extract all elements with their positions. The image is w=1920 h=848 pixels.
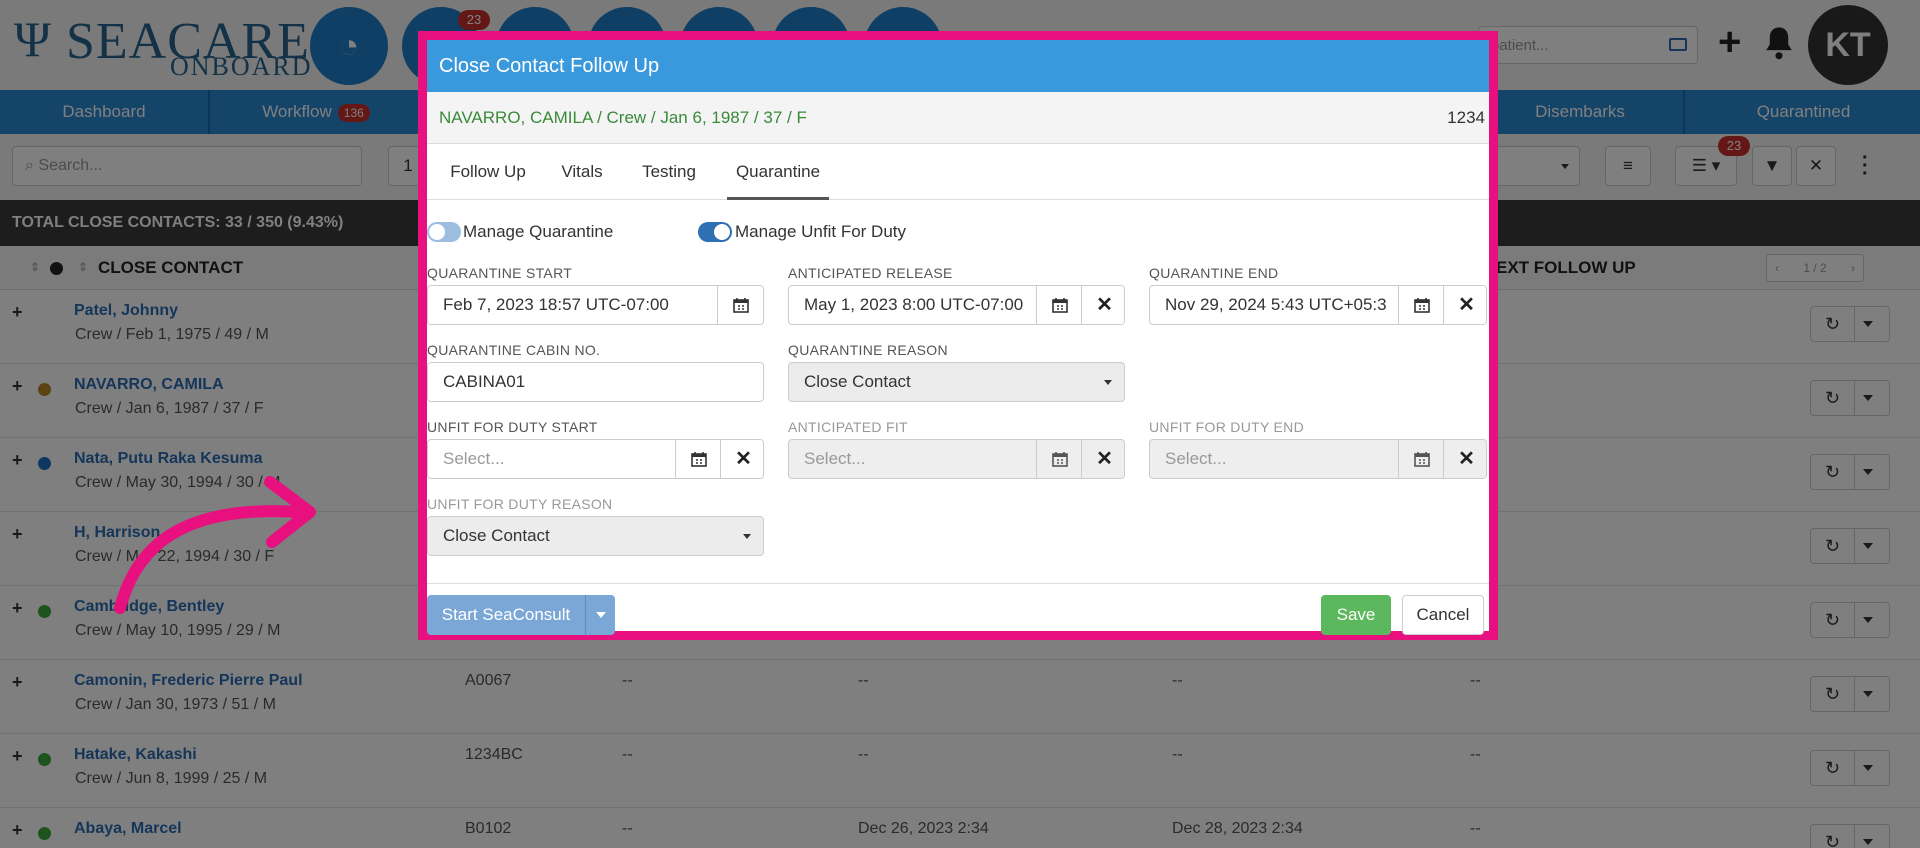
unfit-end-placeholder: Select... <box>1165 449 1227 468</box>
modal-footer-divider <box>427 583 1489 584</box>
cabin-input[interactable]: CABINA01 <box>427 362 764 402</box>
unfit-start-field[interactable]: Select... ✕ <box>427 439 764 479</box>
chevron-down-icon <box>743 534 751 539</box>
anticipated-release-label: ANTICIPATED RELEASE <box>788 265 953 281</box>
patient-id: 1234 <box>1447 108 1485 127</box>
quarantine-end-label: QUARANTINE END <box>1149 265 1279 281</box>
seaconsult-dropdown-toggle[interactable] <box>585 595 615 635</box>
quarantine-reason-select[interactable]: Close Contact <box>788 362 1125 402</box>
close-contact-modal: Close Contact Follow Up NAVARRO, CAMILA … <box>418 31 1498 640</box>
annotation-arrow-icon <box>114 476 316 614</box>
quarantine-end-value: Nov 29, 2024 5:43 UTC+05:3 <box>1165 295 1387 314</box>
quarantine-start-field[interactable]: Feb 7, 2023 18:57 UTC-07:00 <box>427 285 764 325</box>
chevron-down-icon <box>596 612 606 618</box>
clear-icon[interactable]: ✕ <box>1081 286 1124 324</box>
calendar-icon[interactable] <box>1036 440 1082 478</box>
calendar-icon[interactable] <box>1398 286 1444 324</box>
anticipated-fit-label: ANTICIPATED FIT <box>788 419 908 435</box>
chevron-down-icon <box>1104 380 1112 385</box>
modal-tabs: Follow Up Vitals Testing Quarantine <box>427 144 1489 200</box>
clear-icon[interactable]: ✕ <box>1443 440 1486 478</box>
anticipated-fit-field[interactable]: Select... ✕ <box>788 439 1125 479</box>
patient-banner: NAVARRO, CAMILA / Crew / Jan 6, 1987 / 3… <box>427 92 1489 144</box>
tab-follow-up[interactable]: Follow Up <box>437 144 539 200</box>
cabin-value: CABINA01 <box>443 372 526 391</box>
toggle-knob <box>714 224 730 240</box>
cancel-button[interactable]: Cancel <box>1402 595 1484 635</box>
manage-unfit-label: Manage Unfit For Duty <box>735 222 907 241</box>
tab-quarantine[interactable]: Quarantine <box>727 144 829 200</box>
calendar-icon[interactable] <box>675 440 721 478</box>
manage-quarantine-toggle[interactable] <box>427 222 461 242</box>
unfit-start-placeholder: Select... <box>443 449 505 468</box>
cabin-label: QUARANTINE CABIN NO. <box>427 342 601 358</box>
anticipated-fit-placeholder: Select... <box>804 449 866 468</box>
quarantine-start-label: QUARANTINE START <box>427 265 573 281</box>
unfit-start-label: UNFIT FOR DUTY START <box>427 419 598 435</box>
quarantine-start-value: Feb 7, 2023 18:57 UTC-07:00 <box>443 295 669 314</box>
calendar-icon[interactable] <box>1398 440 1444 478</box>
modal-title: Close Contact Follow Up <box>427 40 1489 92</box>
anticipated-release-field[interactable]: May 1, 2023 8:00 UTC-07:00 ✕ <box>788 285 1125 325</box>
tab-testing[interactable]: Testing <box>627 144 711 200</box>
anticipated-release-value: May 1, 2023 8:00 UTC-07:00 <box>804 295 1024 314</box>
quarantine-reason-value: Close Contact <box>804 372 911 391</box>
quarantine-end-field[interactable]: Nov 29, 2024 5:43 UTC+05:3 ✕ <box>1149 285 1487 325</box>
toggle-knob <box>429 224 445 240</box>
start-seaconsult-button[interactable]: Start SeaConsult <box>427 595 585 635</box>
manage-unfit-toggle[interactable] <box>698 222 732 242</box>
clear-icon[interactable]: ✕ <box>1443 286 1486 324</box>
quarantine-reason-label: QUARANTINE REASON <box>788 342 948 358</box>
save-button[interactable]: Save <box>1321 595 1391 635</box>
unfit-end-field[interactable]: Select... ✕ <box>1149 439 1487 479</box>
unfit-end-label: UNFIT FOR DUTY END <box>1149 419 1304 435</box>
calendar-icon[interactable] <box>717 286 763 324</box>
unfit-reason-select[interactable]: Close Contact <box>427 516 764 556</box>
unfit-reason-label: UNFIT FOR DUTY REASON <box>427 496 613 512</box>
clear-icon[interactable]: ✕ <box>720 440 763 478</box>
manage-quarantine-label: Manage Quarantine <box>463 222 614 241</box>
unfit-reason-value: Close Contact <box>443 526 550 545</box>
calendar-icon[interactable] <box>1036 286 1082 324</box>
tab-vitals[interactable]: Vitals <box>547 144 617 200</box>
patient-info: NAVARRO, CAMILA / Crew / Jan 6, 1987 / 3… <box>439 108 807 127</box>
clear-icon[interactable]: ✕ <box>1081 440 1124 478</box>
